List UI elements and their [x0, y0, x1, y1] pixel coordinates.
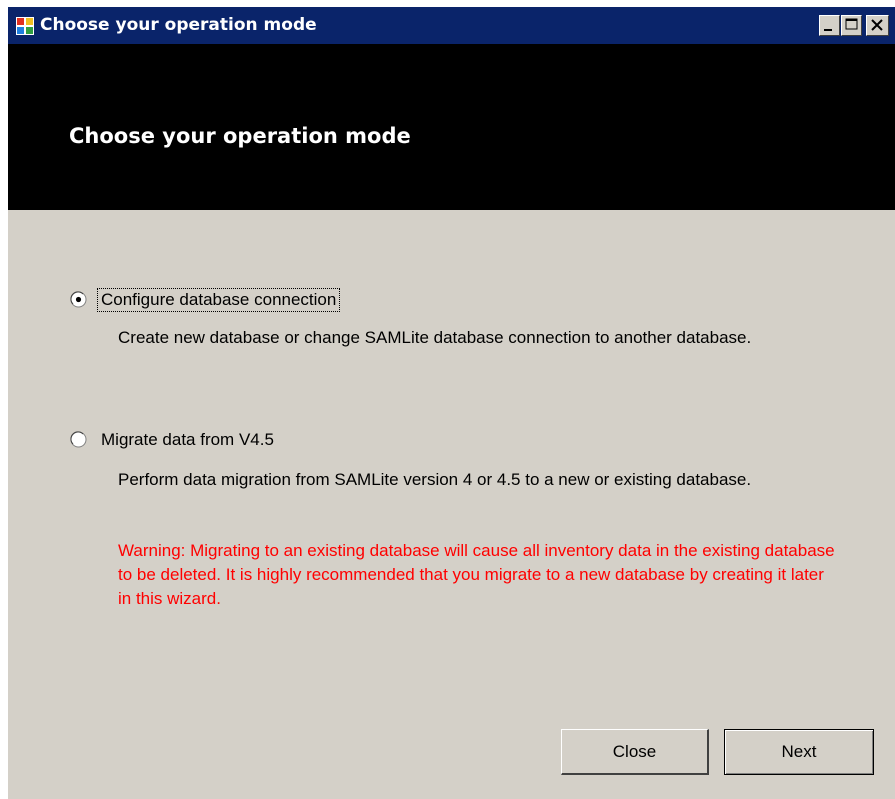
option-label-configure-database[interactable]: Configure database connection	[97, 288, 341, 312]
header-banner: Choose your operation mode	[8, 44, 895, 210]
title-bar[interactable]: Choose your operation mode	[8, 7, 895, 44]
migration-warning-text: Warning: Migrating to an existing databa…	[118, 541, 835, 608]
page-title: Choose your operation mode	[69, 124, 411, 148]
minimize-button[interactable]	[819, 15, 840, 36]
maximize-button[interactable]	[841, 15, 862, 36]
option-description-configure-database: Create new database or change SAMLite da…	[118, 328, 752, 347]
maximize-icon	[845, 18, 858, 30]
close-icon	[871, 19, 883, 31]
option-label-migrate-data[interactable]: Migrate data from V4.5	[101, 430, 274, 450]
wizard-window: Choose your operation mode Choose your o…	[8, 7, 895, 799]
window-title: Choose your operation mode	[40, 15, 317, 35]
radio-migrate-data[interactable]	[70, 431, 87, 448]
minimize-icon	[824, 29, 832, 31]
next-button[interactable]: Next	[724, 729, 874, 775]
app-icon	[16, 17, 34, 35]
radio-configure-database[interactable]	[70, 291, 87, 308]
close-window-button[interactable]	[866, 15, 889, 36]
option-description-migrate-data: Perform data migration from SAMLite vers…	[118, 470, 752, 489]
close-button[interactable]: Close	[561, 729, 709, 775]
